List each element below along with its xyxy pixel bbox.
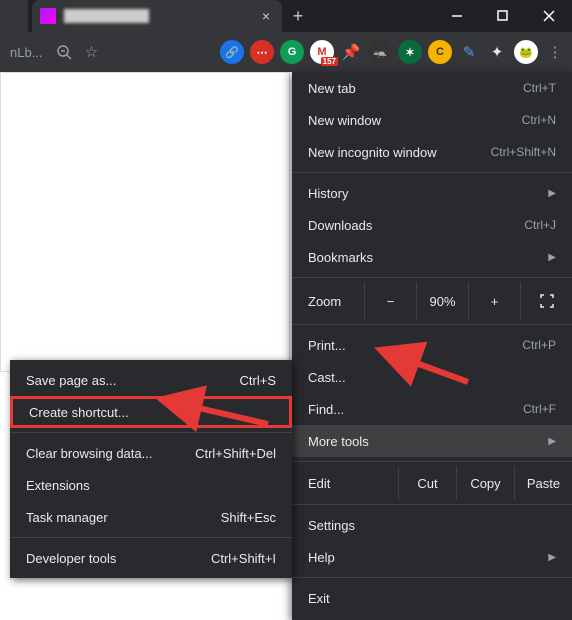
menu-cast[interactable]: Cast... <box>292 361 572 393</box>
profile-avatar[interactable]: 🐸 <box>514 40 538 64</box>
extension-icon[interactable]: ✎ <box>458 41 480 63</box>
zoom-icon[interactable] <box>53 41 75 63</box>
submenu-task-manager[interactable]: Task managerShift+Esc <box>10 501 292 533</box>
menu-zoom-row: Zoom − 90% + <box>292 282 572 320</box>
extension-icon[interactable]: C <box>428 40 452 64</box>
window-minimize-button[interactable] <box>434 0 480 32</box>
extension-icon[interactable]: 🔗 <box>220 40 244 64</box>
fullscreen-button[interactable] <box>520 282 572 320</box>
chevron-right-icon: ▶ <box>548 252 556 263</box>
menu-new-tab[interactable]: New tabCtrl+T <box>292 72 572 104</box>
extension-icon[interactable]: ✶ <box>398 40 422 64</box>
zoom-value: 90% <box>416 282 468 320</box>
browser-toolbar: nLb... ☆ 🔗 ⋯ G M157 📌 🦡 ✶ C ✎ ✦ 🐸 ⋮ <box>0 32 572 72</box>
tab-favicon <box>40 8 56 24</box>
menu-separator <box>10 432 292 433</box>
extension-icon[interactable]: ⋯ <box>250 40 274 64</box>
page-content <box>0 72 290 372</box>
new-tab-button[interactable]: + <box>282 0 314 32</box>
kebab-menu-icon[interactable]: ⋮ <box>544 41 566 63</box>
submenu-create-shortcut[interactable]: Create shortcut... <box>10 396 292 428</box>
chevron-right-icon: ▶ <box>548 188 556 199</box>
submenu-extensions[interactable]: Extensions <box>10 469 292 501</box>
chrome-main-menu: New tabCtrl+T New windowCtrl+N New incog… <box>292 72 572 620</box>
tab-title: ██████████ <box>64 9 250 23</box>
menu-settings[interactable]: Settings <box>292 509 572 541</box>
menu-help[interactable]: Help▶ <box>292 541 572 573</box>
copy-button[interactable]: Copy <box>456 466 514 500</box>
menu-separator <box>292 504 572 505</box>
menu-new-incognito[interactable]: New incognito windowCtrl+Shift+N <box>292 136 572 168</box>
extensions-puzzle-icon[interactable]: ✦ <box>486 41 508 63</box>
window-maximize-button[interactable] <box>480 0 526 32</box>
zoom-out-button[interactable]: − <box>364 282 416 320</box>
address-fragment: nLb... <box>6 45 47 60</box>
browser-tab[interactable]: ██████████ × <box>32 0 282 32</box>
tab-edge <box>0 0 28 32</box>
pin-icon[interactable]: 📌 <box>340 41 362 63</box>
menu-separator <box>292 277 572 278</box>
paste-button[interactable]: Paste <box>514 466 572 500</box>
menu-more-tools[interactable]: More tools▶ <box>292 425 572 457</box>
chevron-right-icon: ▶ <box>548 552 556 563</box>
menu-edit-row: Edit Cut Copy Paste <box>292 466 572 500</box>
chevron-right-icon: ▶ <box>548 436 556 447</box>
more-tools-submenu: Save page as...Ctrl+S Create shortcut...… <box>10 360 292 578</box>
menu-exit[interactable]: Exit <box>292 582 572 614</box>
edit-label: Edit <box>292 466 398 500</box>
zoom-in-button[interactable]: + <box>468 282 520 320</box>
extension-gmail-icon[interactable]: M157 <box>310 40 334 64</box>
menu-separator <box>292 461 572 462</box>
titlebar-spacer <box>314 0 434 32</box>
badge-count: 157 <box>321 57 338 66</box>
menu-separator <box>292 172 572 173</box>
menu-history[interactable]: History▶ <box>292 177 572 209</box>
submenu-developer-tools[interactable]: Developer toolsCtrl+Shift+I <box>10 542 292 574</box>
window-close-button[interactable] <box>526 0 572 32</box>
window-titlebar: ██████████ × + <box>0 0 572 32</box>
menu-downloads[interactable]: DownloadsCtrl+J <box>292 209 572 241</box>
cut-button[interactable]: Cut <box>398 466 456 500</box>
extension-icon[interactable]: G <box>280 40 304 64</box>
menu-separator <box>292 577 572 578</box>
submenu-clear-data[interactable]: Clear browsing data...Ctrl+Shift+Del <box>10 437 292 469</box>
submenu-save-page[interactable]: Save page as...Ctrl+S <box>10 364 292 396</box>
menu-separator <box>10 537 292 538</box>
extension-icon[interactable]: 🦡 <box>368 40 392 64</box>
zoom-label: Zoom <box>292 294 364 309</box>
tab-close-icon[interactable]: × <box>258 8 274 24</box>
menu-separator <box>292 324 572 325</box>
menu-find[interactable]: Find...Ctrl+F <box>292 393 572 425</box>
menu-new-window[interactable]: New windowCtrl+N <box>292 104 572 136</box>
bookmark-star-icon[interactable]: ☆ <box>81 41 103 63</box>
menu-bookmarks[interactable]: Bookmarks▶ <box>292 241 572 273</box>
menu-print[interactable]: Print...Ctrl+P <box>292 329 572 361</box>
